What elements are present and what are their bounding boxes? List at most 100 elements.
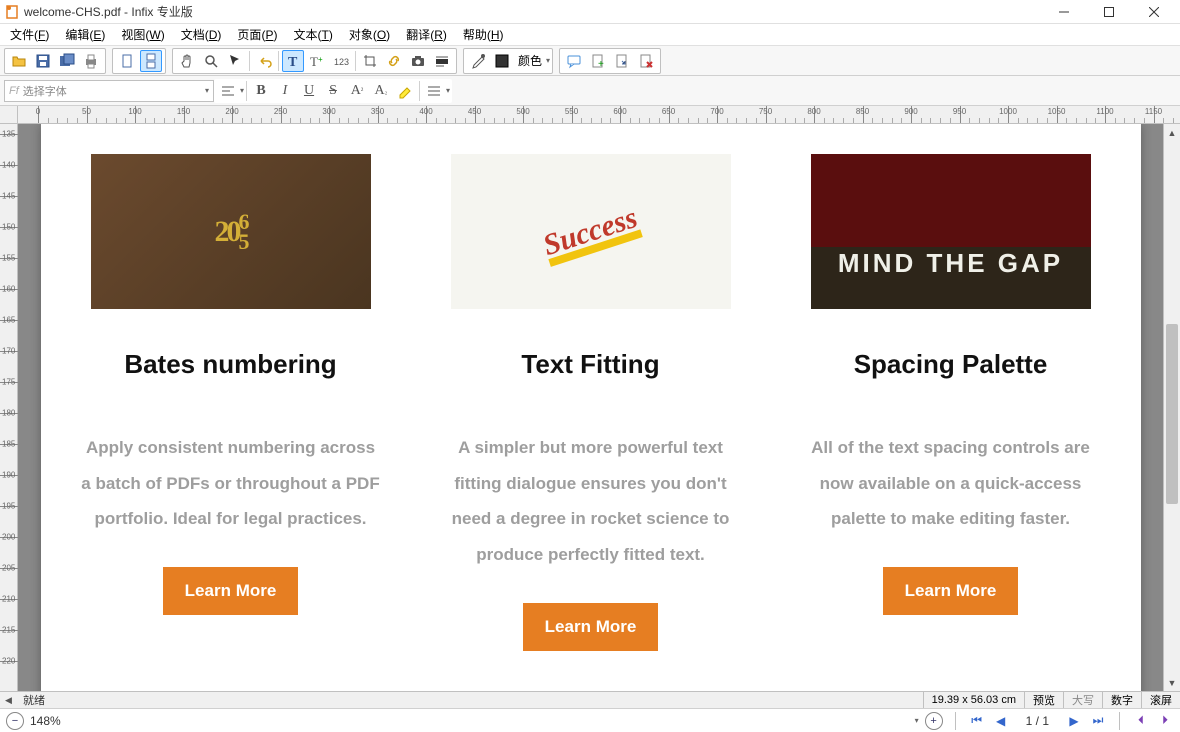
page-indicator[interactable]: 1 / 1 — [1026, 714, 1049, 728]
underline-button[interactable]: U — [297, 80, 321, 102]
card-image: MIND THE GAP — [811, 154, 1091, 309]
zoom-out-button[interactable]: − — [6, 712, 24, 730]
italic-button[interactable]: I — [273, 80, 297, 102]
menu-text[interactable]: 文本(T) — [285, 24, 340, 45]
print-icon[interactable] — [80, 50, 102, 72]
close-button[interactable] — [1131, 0, 1176, 24]
font-selector[interactable]: Ff 选择字体 ▾ — [4, 80, 214, 102]
text-plus-tool-icon[interactable]: T+ — [306, 50, 328, 72]
subscript-button[interactable]: A₂ — [369, 80, 393, 102]
status-num: 数字 — [1102, 692, 1141, 708]
color-label: 颜色 — [518, 52, 542, 69]
status-scroll: 滚屏 — [1141, 692, 1180, 708]
extract-page-icon[interactable] — [611, 50, 633, 72]
crop-tool-icon[interactable] — [359, 50, 381, 72]
menu-help[interactable]: 帮助(H) — [455, 24, 512, 45]
vertical-scrollbar[interactable]: ▲ ▼ — [1163, 124, 1180, 691]
menu-edit[interactable]: 编辑(E) — [57, 24, 113, 45]
single-page-icon[interactable] — [116, 50, 138, 72]
font-placeholder: 选择字体 — [23, 83, 67, 99]
feature-card-spacing: MIND THE GAP Spacing Palette All of the … — [801, 154, 1101, 651]
ruler-horizontal: 0501001502002503003504004505005506006507… — [18, 106, 1180, 124]
save-copy-icon[interactable] — [56, 50, 78, 72]
card-body: All of the text spacing controls are now… — [801, 430, 1101, 537]
scroll-up-icon[interactable]: ▲ — [1164, 124, 1180, 141]
align-dropdown-icon[interactable]: ▾ — [240, 86, 244, 95]
status-ready: 就绪 — [17, 692, 923, 708]
zoom-dropdown-icon[interactable]: ▾ — [915, 716, 919, 725]
learn-more-button[interactable]: Learn More — [523, 603, 659, 651]
card-body: A simpler but more powerful text fitting… — [441, 430, 741, 573]
menu-bar: 文件(F) 编辑(E) 视图(W) 文档(D) 页面(P) 文本(T) 对象(O… — [0, 24, 1180, 46]
color-swatch-icon[interactable] — [491, 50, 513, 72]
superscript-button[interactable]: A² — [345, 80, 369, 102]
ruler-vertical: 1351401451501551601651701751801851901952… — [0, 124, 18, 691]
bold-button[interactable]: B — [249, 80, 273, 102]
scroll-down-icon[interactable]: ▼ — [1164, 674, 1180, 691]
open-icon[interactable] — [8, 50, 30, 72]
add-page-icon[interactable]: + — [587, 50, 609, 72]
learn-more-button[interactable]: Learn More — [883, 567, 1019, 615]
status-bar: ◀ 就绪 19.39 x 56.03 cm 预览 大写 数字 滚屏 — [0, 691, 1180, 708]
svg-text:T: T — [310, 54, 318, 69]
eyedropper-icon[interactable] — [467, 50, 489, 72]
color-dropdown-icon[interactable]: ▾ — [546, 56, 550, 65]
status-preview[interactable]: 预览 — [1024, 692, 1063, 708]
hand-tool-icon[interactable] — [176, 50, 198, 72]
strikethrough-button[interactable]: S — [321, 80, 345, 102]
status-coords: 19.39 x 56.03 cm — [923, 692, 1024, 708]
maximize-button[interactable] — [1086, 0, 1131, 24]
save-icon[interactable] — [32, 50, 54, 72]
highlight-button[interactable] — [393, 80, 417, 102]
text-linked-tool-icon[interactable]: 123 — [330, 50, 352, 72]
svg-text:3: 3 — [344, 57, 349, 67]
svg-text:T: T — [288, 55, 298, 69]
continuous-page-icon[interactable] — [140, 50, 162, 72]
page-prev-icon[interactable]: ◀ — [0, 692, 17, 708]
format-toolbar: Ff 选择字体 ▾ ▾ B I U S A² A₂ ▾ — [0, 76, 1180, 106]
nav-back-button[interactable]: ⏴ — [1132, 713, 1150, 728]
first-page-button[interactable]: ⏮ — [968, 713, 986, 728]
menu-file[interactable]: 文件(F) — [2, 24, 57, 45]
menu-view[interactable]: 视图(W) — [113, 24, 172, 45]
card-title: Spacing Palette — [801, 349, 1101, 380]
undo-icon[interactable] — [253, 50, 275, 72]
app-icon — [4, 4, 20, 20]
title-bar: welcome-CHS.pdf - Infix 专业版 — [0, 0, 1180, 24]
feature-card-textfitting: Success Text Fitting A simpler but more … — [441, 154, 741, 651]
minimize-button[interactable] — [1041, 0, 1086, 24]
card-image: 2065 — [91, 154, 371, 309]
menu-document[interactable]: 文档(D) — [173, 24, 230, 45]
text-tool-icon[interactable]: T — [282, 50, 304, 72]
link-tool-icon[interactable] — [383, 50, 405, 72]
menu-translate[interactable]: 翻译(R) — [398, 24, 455, 45]
nav-forward-button[interactable]: ⏵ — [1156, 713, 1174, 728]
menu-page[interactable]: 页面(P) — [229, 24, 285, 45]
card-title: Bates numbering — [81, 349, 381, 380]
zoom-tool-icon[interactable] — [200, 50, 222, 72]
align-left-icon[interactable] — [216, 80, 240, 102]
select-tool-icon[interactable] — [224, 50, 246, 72]
scrollbar-thumb[interactable] — [1166, 324, 1178, 504]
spacing-dropdown-icon[interactable]: ▾ — [446, 86, 450, 95]
card-title: Text Fitting — [441, 349, 741, 380]
card-body: Apply consistent numbering across a batc… — [81, 430, 381, 537]
zoom-in-button[interactable]: + — [925, 712, 943, 730]
learn-more-button[interactable]: Learn More — [163, 567, 299, 615]
prev-page-button[interactable]: ◀ — [992, 714, 1010, 728]
redact-tool-icon[interactable] — [431, 50, 453, 72]
last-page-button[interactable]: ⏭ — [1089, 713, 1107, 728]
status-caps: 大写 — [1063, 692, 1102, 708]
comment-icon[interactable] — [563, 50, 585, 72]
window-title: welcome-CHS.pdf - Infix 专业版 — [24, 3, 1041, 20]
svg-text:+: + — [598, 59, 604, 69]
line-spacing-icon[interactable] — [422, 80, 446, 102]
zoom-value[interactable]: 148% — [30, 714, 70, 728]
document-canvas[interactable]: 2065 Bates numbering Apply consistent nu… — [18, 124, 1163, 691]
menu-object[interactable]: 对象(O) — [341, 24, 398, 45]
next-page-button[interactable]: ▶ — [1065, 714, 1083, 728]
main-toolbar: T T+ 123 颜色 ▾ + — [0, 46, 1180, 76]
delete-page-icon[interactable] — [635, 50, 657, 72]
svg-text:+: + — [318, 55, 323, 64]
snapshot-tool-icon[interactable] — [407, 50, 429, 72]
